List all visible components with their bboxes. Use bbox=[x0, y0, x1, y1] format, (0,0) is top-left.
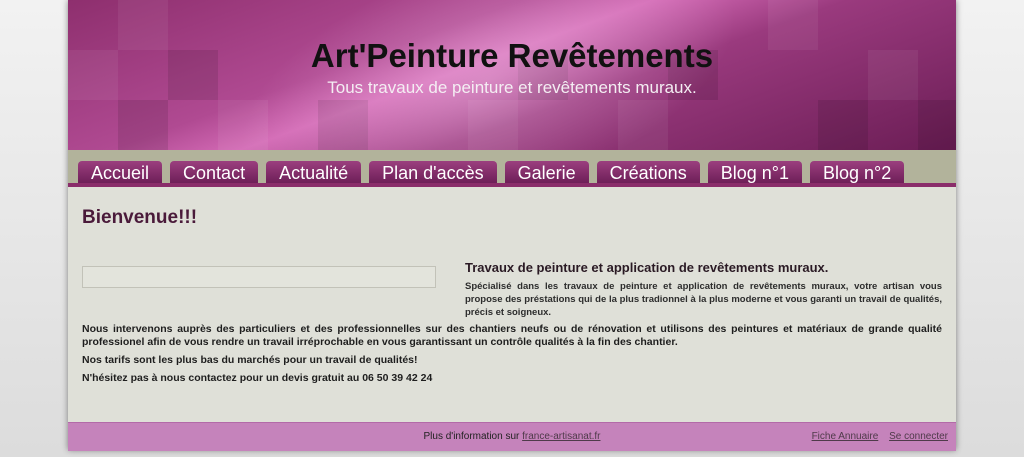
site-footer: Plus d'information sur france-artisanat.… bbox=[68, 422, 956, 451]
nav-plan-acces[interactable]: Plan d'accès bbox=[369, 161, 497, 183]
nav-actualite[interactable]: Actualité bbox=[266, 161, 362, 183]
nav-galerie[interactable]: Galerie bbox=[504, 161, 589, 183]
footer-links: Fiche Annuaire Se connecter bbox=[804, 431, 948, 442]
intro-heading: Travaux de peinture et application de re… bbox=[465, 260, 829, 275]
nav-creations[interactable]: Créations bbox=[596, 161, 700, 183]
nav-contact[interactable]: Contact bbox=[170, 161, 259, 183]
site-subtitle: Tous travaux de peinture et revêtements … bbox=[327, 78, 697, 97]
footer-info-prefix: Plus d'information sur bbox=[423, 431, 520, 442]
paragraph-contact: N'hésitez pas à nous contactez pour un d… bbox=[82, 372, 433, 384]
nav-blog-1[interactable]: Blog n°1 bbox=[707, 161, 802, 183]
intro-block: Travaux de peinture et application de re… bbox=[465, 260, 942, 319]
nav-blog-2[interactable]: Blog n°2 bbox=[809, 161, 905, 183]
fiche-annuaire-link[interactable]: Fiche Annuaire bbox=[812, 431, 879, 442]
se-connecter-link[interactable]: Se connecter bbox=[889, 431, 948, 442]
paragraph-services: Nous intervenons auprès des particuliers… bbox=[82, 323, 942, 348]
intro-text: Spécialisé dans les travaux de peinture … bbox=[465, 281, 942, 318]
site-header: Art'Peinture Revêtements Tous travaux de… bbox=[68, 0, 956, 150]
main-navigation: Accueil Contact Actualité Plan d'accès G… bbox=[68, 150, 956, 187]
paragraph-tarifs: Nos tarifs sont les plus bas du marchés … bbox=[82, 354, 418, 366]
page-title: Bienvenue!!! bbox=[82, 207, 198, 228]
page-container: Art'Peinture Revêtements Tous travaux de… bbox=[68, 0, 956, 451]
footer-info-link[interactable]: france-artisanat.fr bbox=[522, 431, 600, 442]
site-title: Art'Peinture Revêtements bbox=[310, 37, 714, 74]
media-placeholder bbox=[82, 266, 436, 288]
nav-accueil[interactable]: Accueil bbox=[78, 161, 163, 183]
